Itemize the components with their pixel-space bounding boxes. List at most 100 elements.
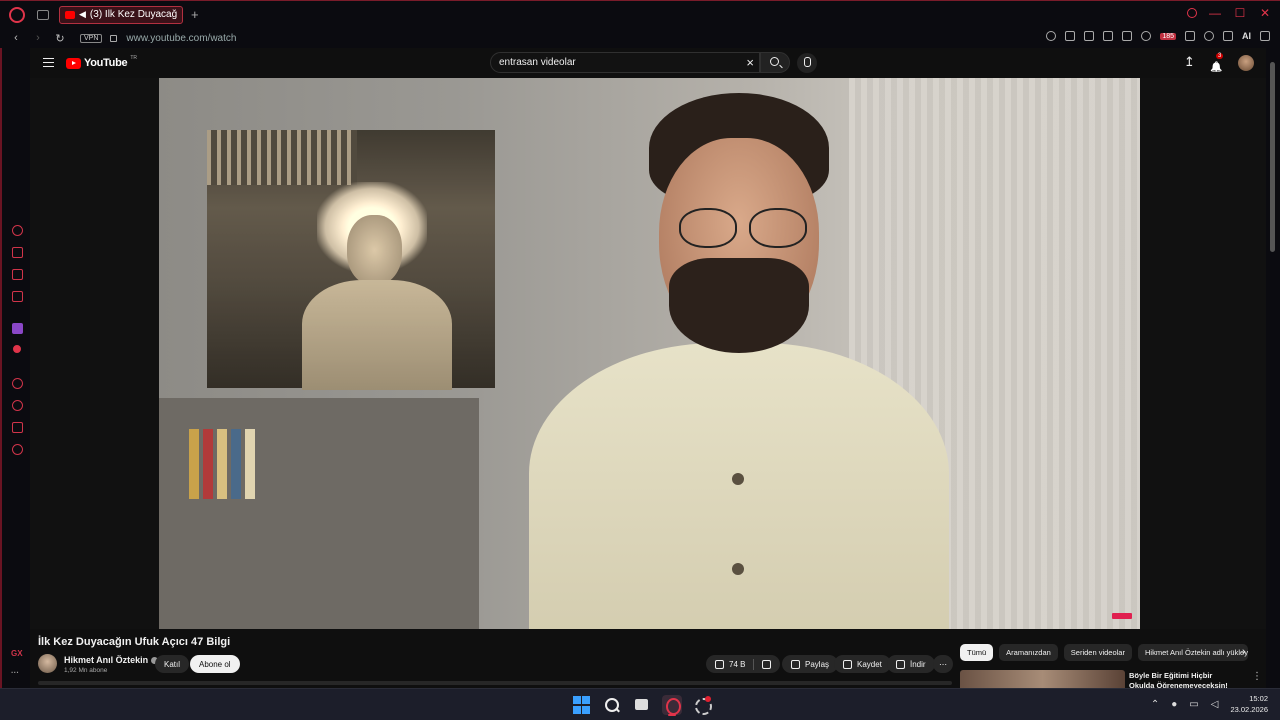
video-frame[interactable] [159, 78, 1140, 629]
recommendation-menu-icon[interactable]: ⋮ [1252, 671, 1262, 682]
profile-icon[interactable] [1204, 31, 1214, 41]
zoom-icon[interactable] [1046, 31, 1057, 41]
gx-label[interactable]: GX [11, 649, 23, 658]
channel-avatar[interactable] [38, 654, 57, 673]
search-button[interactable] [760, 52, 790, 73]
video-player[interactable] [30, 78, 1266, 629]
more-actions-button[interactable]: ⋯ [933, 655, 953, 673]
clear-search-icon[interactable]: × [746, 55, 754, 70]
chip-from-search[interactable]: Aramanızdan [999, 644, 1058, 661]
music-player-icon[interactable] [12, 378, 23, 389]
region-code: TR [130, 55, 137, 61]
close-window-button[interactable]: ✕ [1258, 6, 1272, 20]
maximize-button[interactable]: ☐ [1233, 6, 1247, 20]
subscribe-button[interactable]: Abone ol [190, 655, 240, 673]
gx-mail-icon[interactable] [12, 291, 23, 302]
clock[interactable]: 15:02 23.02.2026 [1230, 693, 1268, 715]
opera-gx-logo-icon[interactable] [9, 6, 25, 23]
volume-icon[interactable]: ◁ [1211, 699, 1219, 710]
search-icon [770, 57, 779, 66]
recommendation-title[interactable]: Böyle Bir Eğitimi Hiçbir Okulda Öğreneme… [1129, 671, 1239, 689]
history-icon[interactable] [12, 400, 23, 411]
start-button-icon[interactable] [572, 695, 592, 715]
ai-button[interactable]: AI [1242, 31, 1251, 41]
new-tab-button[interactable]: + [191, 7, 199, 22]
shield-icon[interactable] [1103, 31, 1114, 41]
related-filter-chips: Tümü Aramanızdan Seriden videolar Hikmet… [960, 644, 1248, 661]
scrollbar-thumb[interactable] [1270, 62, 1275, 252]
historical-photo-overlay [207, 130, 495, 390]
windows-taskbar: ⌃ ● ▭ ◁ 15:02 23.02.2026 [0, 688, 1280, 720]
vpn-badge[interactable]: VPN [80, 33, 103, 43]
tray-overflow-icon[interactable]: ⌃ [1151, 699, 1159, 710]
browser-tab-bar: ◀ (3) İlk Kez Duyacağın U + — ☐ ✕ [0, 0, 1280, 28]
youtube-favicon-icon [65, 10, 75, 19]
url-field[interactable]: www.youtube.com/watch [126, 33, 236, 44]
microphone-icon[interactable]: ● [1171, 699, 1177, 710]
search-tabs-icon[interactable] [1187, 8, 1197, 18]
search-input[interactable] [499, 57, 729, 68]
save-button[interactable]: Kaydet [834, 655, 891, 673]
guide-menu-icon[interactable] [43, 58, 54, 67]
youtube-header: YouTube TR × 3 [30, 48, 1266, 78]
reload-button[interactable]: ↻ [54, 32, 66, 45]
extensions-sidebar-icon[interactable] [12, 422, 23, 433]
app-taskbar-icon[interactable] [692, 695, 712, 715]
snapshot-icon[interactable] [1084, 31, 1095, 41]
like-count[interactable]: 74 B [729, 660, 745, 669]
speaker-icon[interactable]: ◀ [79, 9, 86, 20]
sidebar-more-icon[interactable]: ··· [11, 668, 19, 677]
clock-time: 15:02 [1249, 694, 1268, 703]
account-avatar[interactable] [1238, 55, 1254, 71]
dislike-icon[interactable] [762, 659, 772, 669]
chip-uploader[interactable]: Hikmet Anıl Öztekin adlı yükleyici [1137, 644, 1248, 661]
page-scrollbar[interactable] [1266, 48, 1280, 688]
twitch-icon[interactable] [12, 323, 23, 334]
photo-coat [302, 280, 452, 390]
minimize-button[interactable]: — [1208, 6, 1222, 20]
video-title: İlk Kez Duyacağın Ufuk Açıcı 47 Bilgi [38, 636, 231, 648]
watch-metadata: İlk Kez Duyacağın Ufuk Açıcı 47 Bilgi Hi… [30, 629, 1266, 689]
display-icon[interactable]: ▭ [1189, 699, 1198, 710]
gx-control-icon[interactable] [12, 225, 23, 236]
like-icon[interactable] [715, 659, 724, 669]
shirt-button [732, 563, 744, 575]
recommendation-thumbnail[interactable] [960, 670, 1125, 688]
taskbar-search-icon[interactable] [602, 695, 622, 715]
chip-all[interactable]: Tümü [960, 644, 994, 661]
create-icon[interactable] [1184, 54, 1195, 70]
shirt-button [732, 473, 744, 485]
heart-icon[interactable] [1141, 31, 1152, 41]
background-bookshelf [159, 398, 479, 629]
download-icon[interactable] [1223, 31, 1233, 41]
menu-icon[interactable] [1260, 31, 1270, 41]
gx-cleaner-icon[interactable] [12, 269, 23, 280]
lock-icon[interactable] [110, 34, 118, 42]
pin-icon[interactable] [1065, 31, 1076, 41]
active-tab[interactable]: ◀ (3) İlk Kez Duyacağın U [59, 5, 183, 24]
play-icon[interactable] [1122, 31, 1133, 41]
opera-gx-taskbar-icon[interactable] [662, 695, 682, 716]
voice-search-button[interactable] [797, 53, 817, 73]
notifications-icon[interactable]: 3 [1210, 53, 1224, 69]
gx-corner-icon[interactable] [12, 247, 23, 258]
youtube-wordmark: YouTube [84, 57, 128, 69]
gx-player-icon[interactable] [13, 345, 21, 353]
join-button[interactable]: Katıl [155, 655, 190, 673]
description-box-edge [38, 681, 952, 685]
share-button[interactable]: Paylaş [782, 655, 839, 673]
extension-badge[interactable]: 185 [1160, 32, 1176, 40]
settings-icon[interactable] [12, 444, 23, 455]
taskbar-pinned-apps [572, 695, 712, 716]
chip-from-series[interactable]: Seriden videolar [1063, 644, 1132, 661]
chevron-right-icon[interactable]: › [1242, 646, 1246, 658]
puzzle-icon[interactable] [1185, 31, 1195, 41]
task-view-icon[interactable] [632, 695, 652, 715]
save-icon [843, 659, 852, 669]
forward-button[interactable]: › [32, 32, 44, 44]
back-button[interactable]: ‹ [10, 32, 22, 44]
tab-switcher-icon[interactable] [37, 9, 49, 20]
channel-name[interactable]: Hikmet Anıl Öztekin [64, 655, 159, 665]
download-button[interactable]: İndir [887, 655, 935, 673]
youtube-logo[interactable]: YouTube TR [66, 55, 137, 69]
